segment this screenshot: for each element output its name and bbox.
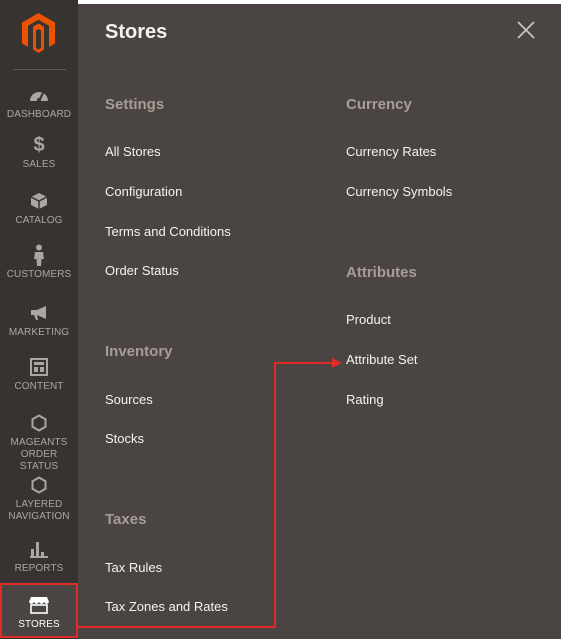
nav-stores[interactable]: STORES	[0, 585, 78, 637]
link-terms-and-conditions[interactable]: Terms and Conditions	[105, 224, 231, 239]
hexagon-icon	[31, 474, 47, 496]
link-order-status[interactable]: Order Status	[105, 263, 179, 278]
nav-marketing[interactable]: MARKETING	[0, 302, 78, 339]
nav-dashboard[interactable]: DASHBOARD	[0, 84, 78, 121]
nav-layered-navigation[interactable]: LAYERED NAVIGATION	[0, 474, 78, 523]
dashboard-icon	[29, 84, 49, 106]
link-sources[interactable]: Sources	[105, 392, 153, 407]
nav-customers[interactable]: CUSTOMERS	[0, 244, 78, 281]
dollar-icon: $	[33, 133, 45, 156]
nav-label: REPORTS	[14, 563, 64, 574]
nav-label: MAGEANTS ORDER STATUS	[0, 437, 78, 473]
nav-label: CATALOG	[15, 215, 63, 226]
megaphone-icon	[29, 302, 49, 324]
link-tax-zones-and-rates[interactable]: Tax Zones and Rates	[105, 599, 228, 614]
nav-label-line1: MAGEANTS	[10, 437, 68, 448]
link-product[interactable]: Product	[346, 312, 391, 327]
link-stocks[interactable]: Stocks	[105, 431, 144, 446]
logo-divider	[13, 69, 66, 70]
nav-label: CONTENT	[14, 381, 64, 392]
nav-label: STORES	[18, 619, 60, 630]
group-title-taxes: Taxes	[105, 511, 147, 528]
nav-label-line2: ORDER STATUS	[19, 449, 59, 472]
stores-flyout-panel: Stores Settings All Stores Configuration…	[78, 4, 561, 639]
nav-label: SALES	[22, 159, 56, 170]
link-attribute-set[interactable]: Attribute Set	[346, 352, 418, 367]
bar-chart-icon	[30, 538, 48, 560]
hexagon-icon	[31, 412, 47, 434]
close-icon[interactable]	[516, 20, 536, 40]
link-rating[interactable]: Rating	[346, 392, 384, 407]
nav-reports[interactable]: REPORTS	[0, 538, 78, 575]
link-all-stores[interactable]: All Stores	[105, 144, 161, 159]
link-currency-rates[interactable]: Currency Rates	[346, 144, 436, 159]
layout-icon	[30, 356, 48, 378]
group-title-currency: Currency	[346, 96, 412, 113]
nav-label: CUSTOMERS	[6, 269, 72, 280]
nav-catalog[interactable]: CATALOG	[0, 190, 78, 227]
group-title-settings: Settings	[105, 96, 165, 113]
nav-label-line1: LAYERED	[15, 499, 63, 510]
person-icon	[33, 244, 45, 266]
nav-label-line2: NAVIGATION	[8, 511, 70, 522]
nav-label: MARKETING	[8, 327, 70, 338]
link-tax-rules[interactable]: Tax Rules	[105, 560, 162, 575]
magento-logo[interactable]	[20, 12, 57, 54]
nav-sales[interactable]: $ SALES	[0, 134, 78, 171]
nav-content[interactable]: CONTENT	[0, 356, 78, 393]
link-currency-symbols[interactable]: Currency Symbols	[346, 184, 452, 199]
link-configuration[interactable]: Configuration	[105, 184, 182, 199]
box-icon	[30, 190, 48, 212]
nav-mageants-order-status[interactable]: MAGEANTS ORDER STATUS	[0, 412, 78, 473]
group-title-inventory: Inventory	[105, 343, 173, 360]
admin-sidebar: DASHBOARD $ SALES CATALOG CUSTOMERS MARK…	[0, 0, 78, 639]
nav-label: LAYERED NAVIGATION	[8, 499, 69, 523]
nav-label: DASHBOARD	[6, 109, 72, 120]
group-title-attributes: Attributes	[346, 264, 417, 281]
panel-title: Stores	[105, 21, 168, 43]
store-icon	[28, 594, 50, 616]
